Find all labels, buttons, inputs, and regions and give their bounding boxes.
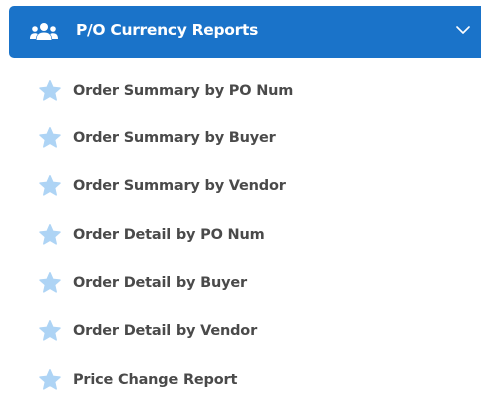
submenu-item-label: Order Summary by PO Num: [73, 83, 294, 99]
submenu-item-label: Order Summary by Vendor: [73, 178, 286, 194]
submenu-item-order-detail-by-po-num[interactable]: Order Detail by PO Num: [38, 222, 265, 248]
star-icon: [39, 175, 61, 196]
submenu-item-price-change-report[interactable]: Price Change Report: [38, 367, 237, 393]
star-icon: [39, 369, 61, 390]
submenu-list: Order Summary by PO Num Order Summary by…: [0, 0, 481, 394]
submenu-item-order-summary-by-po-num[interactable]: Order Summary by PO Num: [38, 78, 293, 104]
submenu-item-label: Order Summary by Buyer: [73, 130, 276, 146]
submenu-item-order-summary-by-buyer[interactable]: Order Summary by Buyer: [38, 125, 276, 151]
submenu-item-order-summary-by-vendor[interactable]: Order Summary by Vendor: [38, 173, 286, 199]
submenu-item-label: Order Detail by Buyer: [73, 275, 247, 291]
submenu-item-label: Price Change Report: [73, 372, 238, 388]
star-icon: [39, 320, 61, 341]
star-icon: [39, 272, 61, 293]
star-icon: [39, 80, 61, 101]
star-icon: [39, 224, 61, 245]
submenu-item-label: Order Detail by Vendor: [73, 323, 258, 339]
submenu-item-order-detail-by-buyer[interactable]: Order Detail by Buyer: [38, 270, 247, 296]
submenu-item-label: Order Detail by PO Num: [73, 227, 265, 243]
star-icon: [39, 127, 61, 148]
submenu-item-order-detail-by-vendor[interactable]: Order Detail by Vendor: [38, 318, 257, 344]
